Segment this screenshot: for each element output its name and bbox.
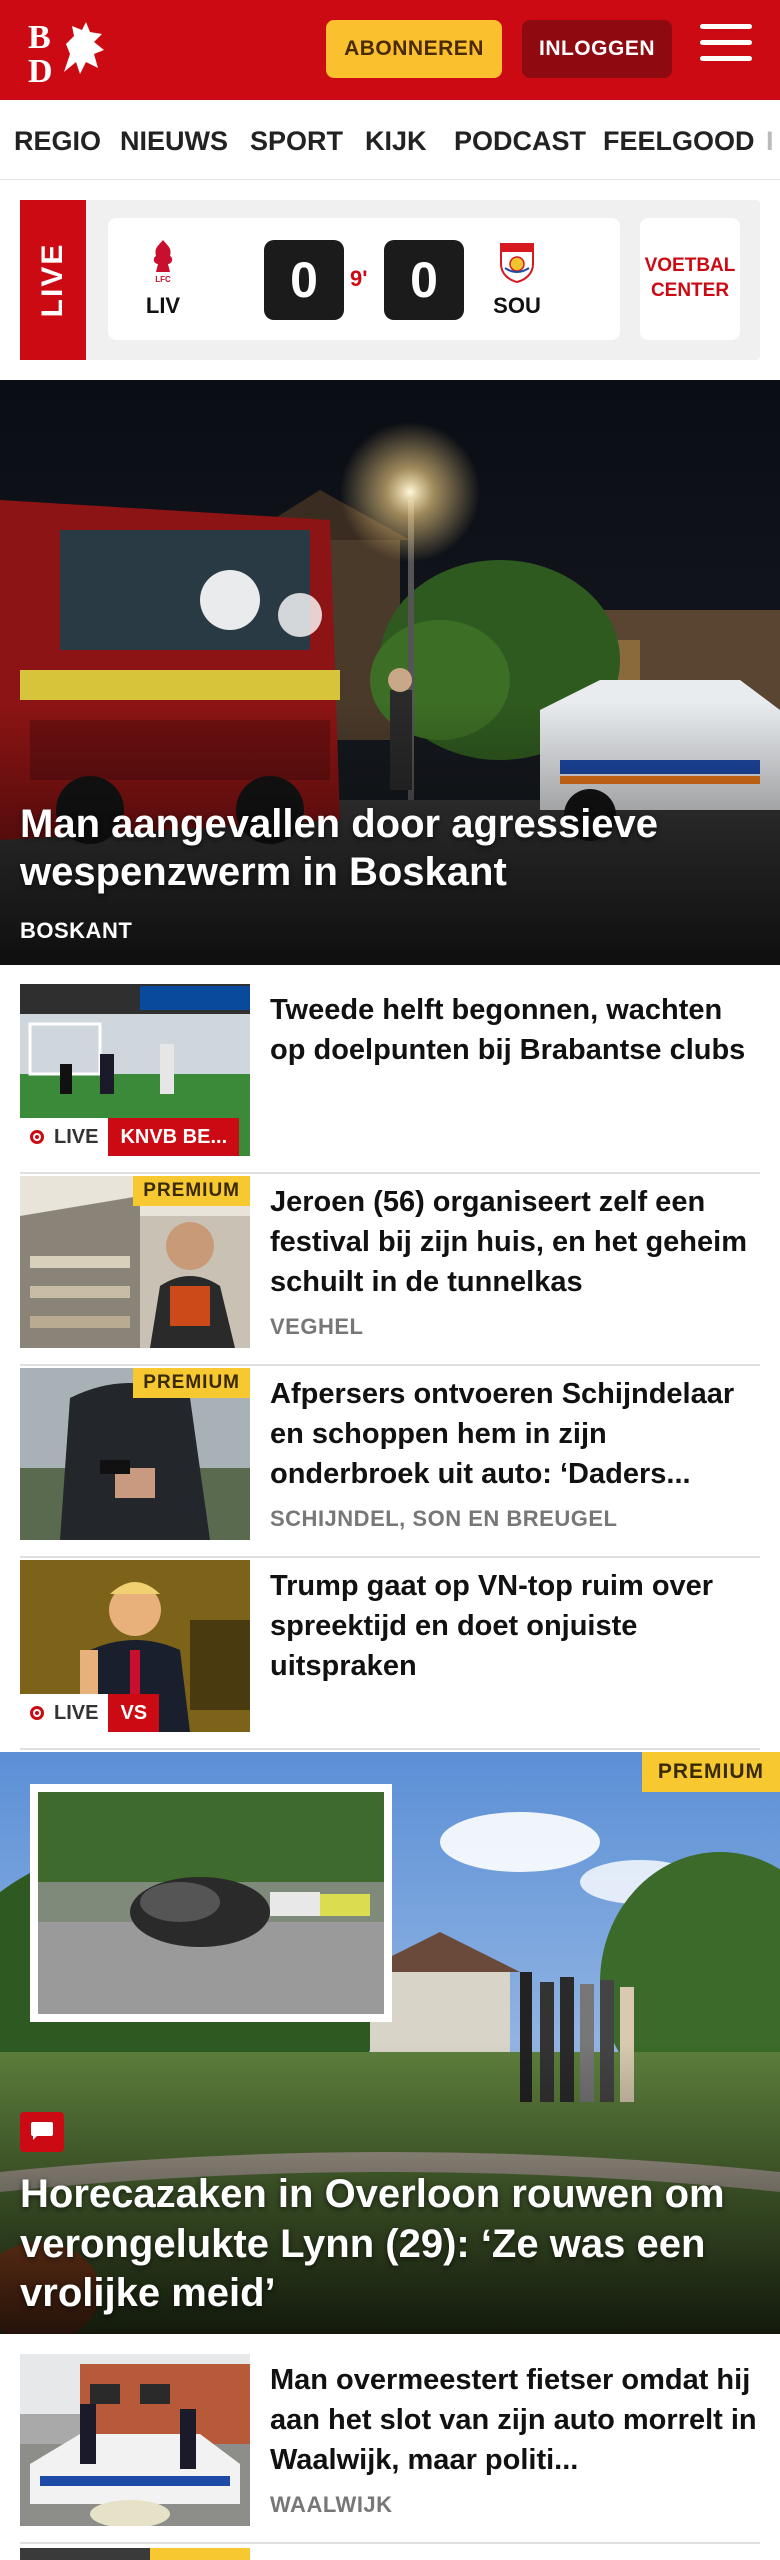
live-tag: LIVE VS: [20, 1694, 160, 1732]
article-item[interactable]: Man overmeestert fietser omdat hij aan h…: [20, 2354, 760, 2544]
article-title[interactable]: Afpersers ontvoeren Schijnde­laar en sch…: [270, 1374, 760, 1494]
nav-item-podcast[interactable]: PODCAST: [454, 126, 586, 157]
liverpool-crest-icon: LFC: [153, 240, 173, 284]
subscribe-button[interactable]: ABONNEREN: [326, 20, 502, 78]
hamburger-menu-icon[interactable]: [700, 24, 752, 72]
comment-icon[interactable]: [20, 2112, 64, 2152]
nav-item-sport[interactable]: SPORT: [250, 126, 343, 157]
featured-article[interactable]: PREMIUM Horecazaken in Overloon rouwen o…: [0, 1752, 780, 2334]
nav-item-regio[interactable]: REGIO: [14, 126, 101, 157]
article-item[interactable]: LIVE VS Trump gaat op VN-top ruim over s…: [20, 1560, 760, 1750]
article-location: SCHIJNDEL, SON EN BREUGEL: [270, 1506, 618, 1531]
match-minute: 9': [350, 266, 368, 291]
match-card[interactable]: LFC LIV 0 9' 0 SOU: [108, 218, 620, 340]
nav-item-overflow[interactable]: I: [766, 126, 774, 157]
next-premium-peek: [150, 2548, 250, 2560]
svg-text:D: D: [28, 53, 53, 86]
article-location: WAALWIJK: [270, 2492, 393, 2517]
article-location: VEGHEL: [270, 1314, 364, 1339]
article-thumbnail: PREMIUM: [20, 1176, 250, 1348]
away-team-label: SOU: [493, 293, 541, 318]
bd-logo[interactable]: B D: [24, 14, 116, 90]
hero-title[interactable]: Man aangevallen door agressieve wespenzw…: [20, 800, 740, 896]
featured-title[interactable]: Horecazaken in Overloon rouwen om verong…: [20, 2170, 760, 2319]
section-nav: REGIO NIEUWS SPORT KIJK PODCAST FEELGOOD…: [0, 100, 780, 180]
svg-text:LFC: LFC: [155, 275, 171, 284]
article-title[interactable]: Trump gaat op VN-top ruim over spreektij…: [270, 1566, 760, 1686]
article-thumbnail: PREMIUM: [20, 1368, 250, 1540]
home-score: 0: [264, 240, 344, 320]
premium-badge: PREMIUM: [133, 1368, 250, 1398]
article-title[interactable]: Man overmeestert fietser omdat hij aan h…: [270, 2360, 760, 2480]
premium-badge: PREMIUM: [133, 1176, 250, 1206]
article-thumbnail: LIVE VS: [20, 1560, 250, 1732]
live-score-widget: LIVE LFC LIV 0 9' 0 SOU VOETBAL CENTER: [20, 200, 760, 360]
site-header: B D ABONNEREN INLOGGEN: [0, 0, 780, 100]
hero-location: BOSKANT: [20, 918, 133, 943]
topic-tag: VS: [108, 1694, 160, 1732]
live-dot-icon: [30, 1130, 44, 1144]
southampton-crest-icon: [500, 243, 534, 284]
live-tab[interactable]: LIVE: [20, 200, 86, 360]
live-dot-icon: [30, 1706, 44, 1720]
away-score: 0: [384, 240, 464, 320]
voetbal-center-button[interactable]: VOETBAL CENTER: [640, 218, 740, 340]
nav-item-kijk[interactable]: KIJK: [365, 126, 427, 157]
home-team: LFC LIV: [128, 238, 198, 319]
nav-item-feelgood[interactable]: FEELGOOD: [603, 126, 755, 157]
article-title[interactable]: Tweede helft begonnen, wachten op doelpu…: [270, 990, 760, 1070]
hero-article[interactable]: Man aangevallen door agressieve wespenzw…: [0, 380, 780, 965]
live-tag: LIVE KNVB BE...: [20, 1118, 240, 1156]
article-item[interactable]: PREMIUM Afpersers ontvoeren Schijnde­laa…: [20, 1368, 760, 1558]
svg-text:B: B: [28, 19, 51, 56]
article-thumbnail: LIVE KNVB BE...: [20, 984, 250, 1156]
home-team-label: LIV: [145, 293, 181, 318]
article-item[interactable]: LIVE KNVB BE... Tweede helft begonnen, w…: [20, 984, 760, 1174]
premium-badge: PREMIUM: [641, 1752, 780, 1792]
away-team: SOU: [482, 238, 552, 319]
article-title[interactable]: Jeroen (56) organiseert zelf een festiva…: [270, 1182, 760, 1302]
login-button[interactable]: INLOGGEN: [522, 20, 672, 78]
nav-item-nieuws[interactable]: NIEUWS: [120, 126, 228, 157]
article-thumbnail: [20, 2354, 250, 2526]
article-item[interactable]: PREMIUM Jeroen (56) organiseert zelf een…: [20, 1176, 760, 1366]
topic-tag: KNVB BE...: [108, 1118, 240, 1156]
